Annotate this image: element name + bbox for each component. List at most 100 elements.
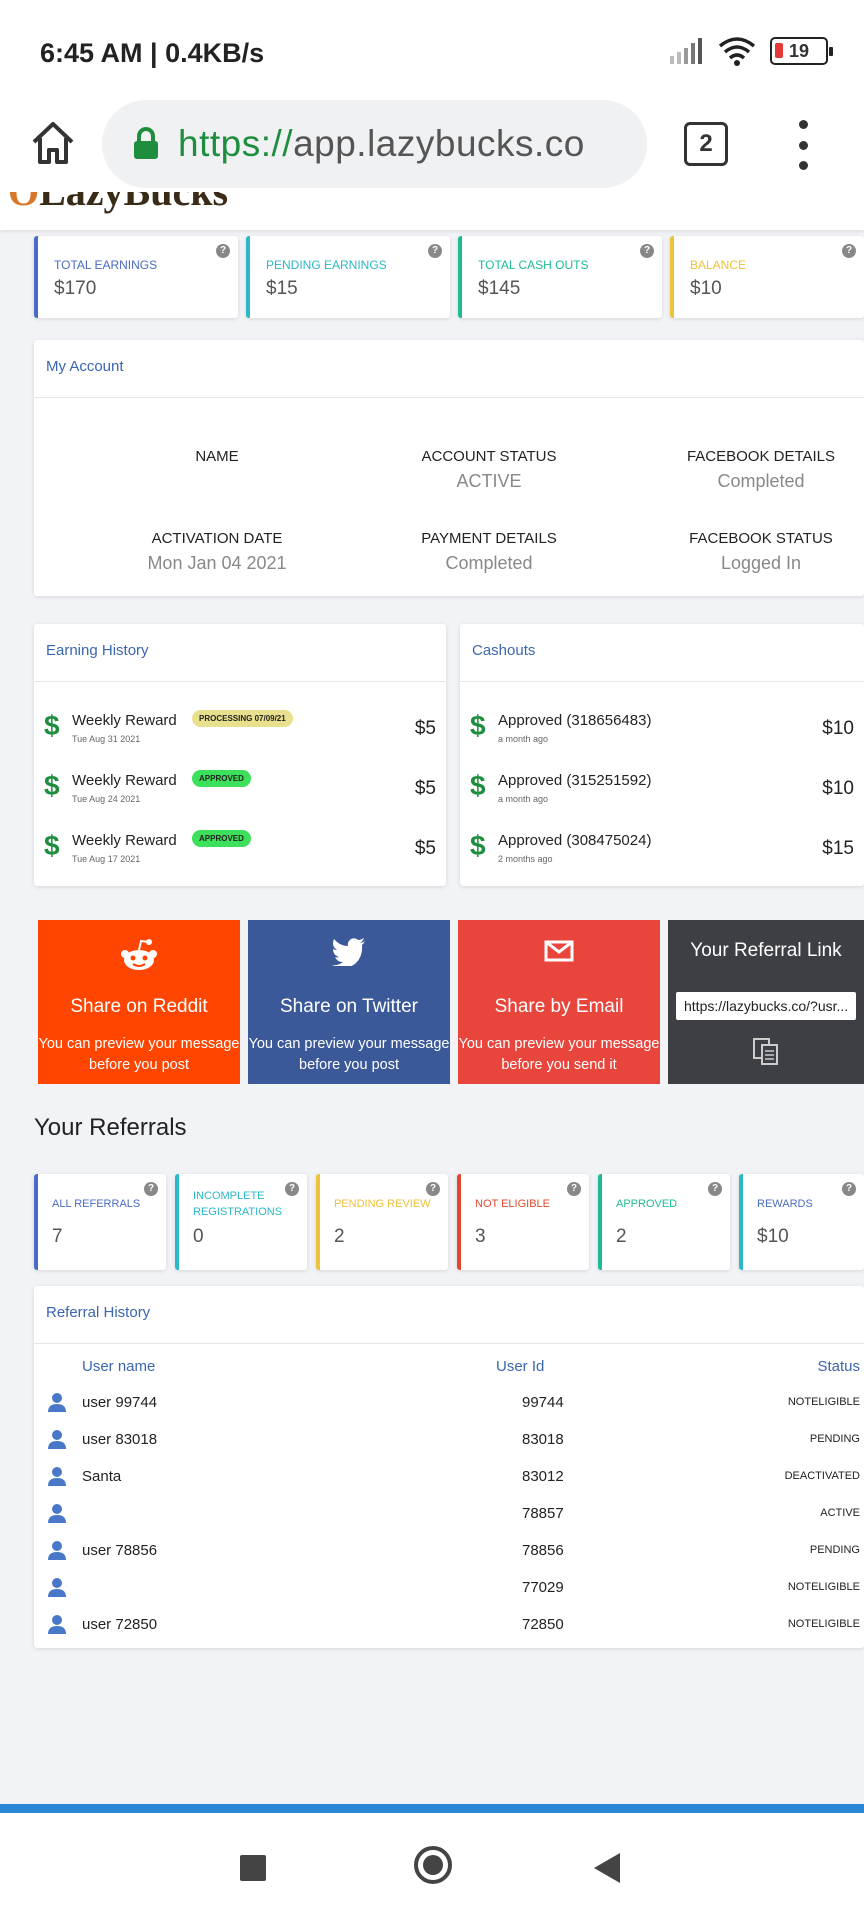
stat-label: Pending Earnings bbox=[266, 258, 387, 272]
stat-label: Total Earnings bbox=[54, 258, 158, 272]
table-row: 77029 NOTELIGIBLE bbox=[34, 1573, 864, 1609]
column-header-user[interactable]: User name bbox=[82, 1358, 155, 1375]
user-icon bbox=[48, 1430, 66, 1449]
browser-toolbar: https://app.lazybucks.co 2 bbox=[0, 100, 864, 192]
email-icon bbox=[458, 938, 660, 972]
account-field-facebook-details: Facebook Details Completed bbox=[686, 448, 836, 491]
card-title: Referral History bbox=[34, 1286, 864, 1344]
home-icon bbox=[32, 122, 74, 164]
page-progress-bar bbox=[0, 1804, 864, 1813]
copy-icon[interactable] bbox=[668, 1038, 864, 1066]
dollar-icon: $ bbox=[44, 710, 60, 741]
help-icon[interactable]: ? bbox=[842, 1182, 856, 1196]
column-header-id[interactable]: User Id bbox=[496, 1358, 544, 1375]
user-icon bbox=[48, 1467, 66, 1486]
table-row: user 83018 83018 PENDING bbox=[34, 1425, 864, 1461]
rewards-card: ? Rewards $10 bbox=[739, 1174, 864, 1270]
recents-button[interactable] bbox=[240, 1855, 266, 1881]
share-title: Share on Reddit bbox=[70, 996, 208, 1017]
share-reddit-button[interactable]: Share on Reddit You can preview your mes… bbox=[38, 920, 240, 1084]
tab-switcher-button[interactable]: 2 bbox=[684, 122, 728, 166]
dollar-icon: $ bbox=[470, 710, 486, 741]
status-time: 6:45 AM | 0.4KB/s bbox=[40, 38, 265, 68]
account-field-status: Account Status ACTIVE bbox=[421, 448, 557, 491]
share-twitter-button[interactable]: Share on Twitter You can preview your me… bbox=[248, 920, 450, 1084]
signal-icon bbox=[670, 38, 702, 64]
cashout-row: $ Approved (308475024) 2 months ago $15 bbox=[470, 830, 854, 864]
table-row: user 99744 99744 NOTELIGIBLE bbox=[34, 1388, 864, 1424]
balance-card: ? Balance $10 bbox=[670, 236, 864, 318]
help-icon[interactable]: ? bbox=[428, 244, 442, 258]
cashouts-card: Cashouts $ Approved (318656483) a month … bbox=[460, 624, 864, 886]
earning-history-card: Earning History $ Weekly Reward Tue Aug … bbox=[34, 624, 446, 886]
share-subtitle: You can preview your message before you … bbox=[38, 1036, 240, 1073]
referral-history-card: Referral History User name User Id Statu… bbox=[34, 1286, 864, 1648]
dollar-icon: $ bbox=[470, 770, 486, 801]
column-header-status[interactable]: Status bbox=[817, 1358, 860, 1375]
table-row: user 72850 72850 NOTELIGIBLE bbox=[34, 1610, 864, 1646]
help-icon[interactable]: ? bbox=[426, 1182, 440, 1196]
approved-card: ? Approved 2 bbox=[598, 1174, 730, 1270]
system-nav-bar bbox=[0, 1813, 864, 1920]
pending-review-card: ? Pending Review 2 bbox=[316, 1174, 448, 1270]
share-email-button[interactable]: Share by Email You can preview your mess… bbox=[458, 920, 660, 1084]
stat-value: $170 bbox=[54, 278, 97, 299]
earning-row: $ Weekly Reward Tue Aug 31 2021 PROCESSI… bbox=[44, 710, 436, 744]
status-badge: APPROVED bbox=[192, 830, 251, 847]
not-eligible-card: ? Not Eligible 3 bbox=[457, 1174, 589, 1270]
help-icon[interactable]: ? bbox=[842, 244, 856, 258]
cashout-row: $ Approved (315251592) a month ago $10 bbox=[470, 770, 854, 804]
back-button[interactable] bbox=[594, 1853, 620, 1883]
card-title: Earning History bbox=[34, 624, 446, 682]
address-bar[interactable]: https://app.lazybucks.co bbox=[102, 100, 647, 188]
help-icon[interactable]: ? bbox=[567, 1182, 581, 1196]
help-icon[interactable]: ? bbox=[640, 244, 654, 258]
status-badge: PROCESSING 07/09/21 bbox=[192, 710, 293, 727]
site-header: OLazyBucks bbox=[0, 192, 864, 230]
account-field-facebook-status: Facebook Status Logged In bbox=[689, 530, 833, 573]
user-icon bbox=[48, 1504, 66, 1523]
stat-label: Balance bbox=[690, 258, 747, 272]
total-earnings-card: ? Total Earnings $170 bbox=[34, 236, 238, 318]
home-button[interactable] bbox=[28, 118, 78, 168]
card-title: Cashouts bbox=[460, 624, 864, 682]
wifi-icon bbox=[718, 37, 756, 66]
earning-row: $ Weekly Reward Tue Aug 24 2021 APPROVED… bbox=[44, 770, 436, 804]
account-field-payment-details: Payment Details Completed bbox=[421, 530, 557, 573]
stat-value: $10 bbox=[690, 278, 722, 299]
section-title: Your Referrals bbox=[34, 1114, 187, 1141]
user-icon bbox=[48, 1541, 66, 1560]
home-nav-button[interactable] bbox=[414, 1846, 452, 1884]
earning-row: $ Weekly Reward Tue Aug 17 2021 APPROVED… bbox=[44, 830, 436, 864]
dollar-icon: $ bbox=[44, 770, 60, 801]
incomplete-registrations-card: ? Incomplete Registrations 0 bbox=[175, 1174, 307, 1270]
reddit-icon bbox=[38, 938, 240, 972]
status-badge: APPROVED bbox=[192, 770, 251, 787]
total-cash-outs-card: ? Total Cash Outs $145 bbox=[458, 236, 662, 318]
user-icon bbox=[48, 1578, 66, 1597]
referral-link-card: Your Referral Link https://lazybucks.co/… bbox=[668, 920, 864, 1084]
card-title: My Account bbox=[34, 340, 864, 398]
referral-link-input[interactable]: https://lazybucks.co/?usr... bbox=[676, 992, 856, 1020]
stat-label: Total Cash Outs bbox=[478, 258, 589, 272]
table-row: 78857 ACTIVE bbox=[34, 1499, 864, 1535]
stat-value: $15 bbox=[266, 278, 298, 299]
my-account-card: My Account Name Account Status ACTIVE Fac… bbox=[34, 340, 864, 596]
referral-link-title: Your Referral Link bbox=[690, 940, 842, 961]
page-content: OLazyBucks ? Total Earnings $170 ? Pendi… bbox=[0, 192, 864, 1804]
twitter-icon bbox=[248, 938, 450, 972]
help-icon[interactable]: ? bbox=[144, 1182, 158, 1196]
help-icon[interactable]: ? bbox=[708, 1182, 722, 1196]
browser-menu-button[interactable] bbox=[796, 120, 810, 170]
status-icons: 19 bbox=[670, 36, 833, 66]
pending-earnings-card: ? Pending Earnings $15 bbox=[246, 236, 450, 318]
help-icon[interactable]: ? bbox=[216, 244, 230, 258]
table-row: user 78856 78856 PENDING bbox=[34, 1536, 864, 1572]
share-title: Share on Twitter bbox=[279, 996, 418, 1017]
user-icon bbox=[48, 1393, 66, 1412]
dollar-icon: $ bbox=[470, 830, 486, 861]
site-logo[interactable]: OLazyBucks bbox=[8, 192, 228, 215]
share-subtitle: You can preview your message before you … bbox=[248, 1036, 450, 1073]
all-referrals-card: ? All Referrals 7 bbox=[34, 1174, 166, 1270]
dollar-icon: $ bbox=[44, 830, 60, 861]
